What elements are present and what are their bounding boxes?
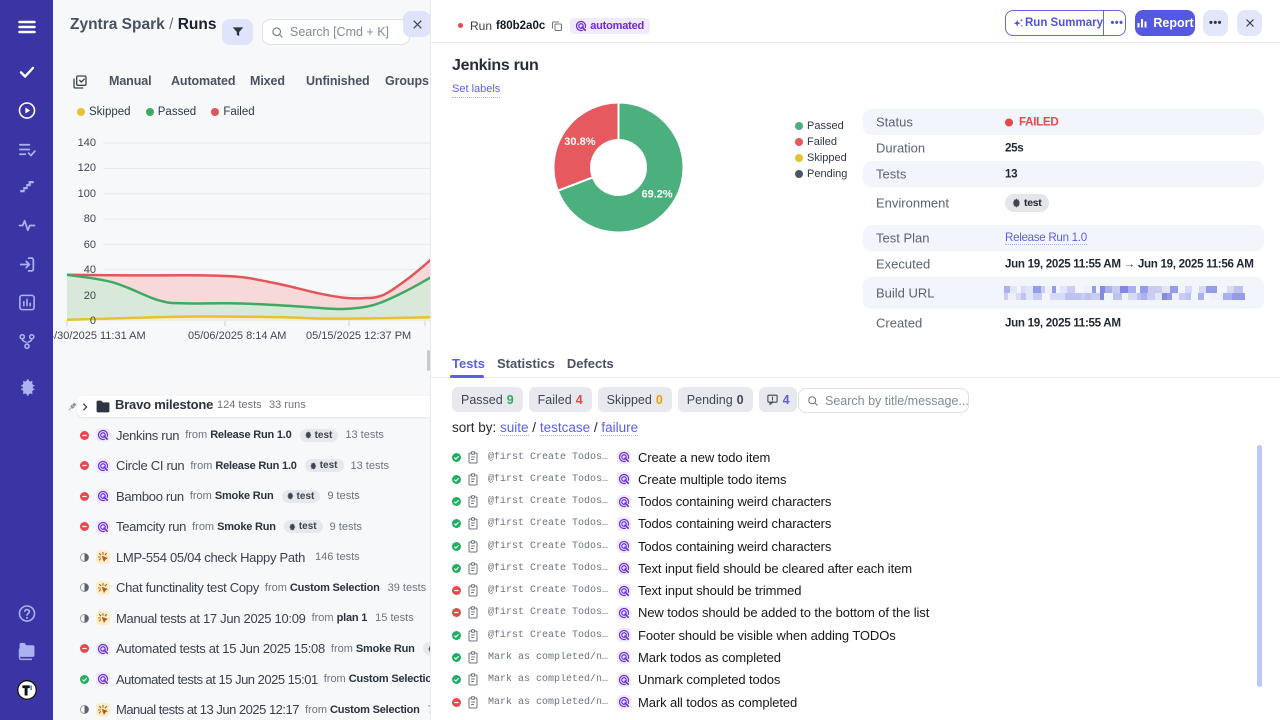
svg-text:69.2%: 69.2%	[641, 189, 672, 201]
svg-text:30.8%: 30.8%	[564, 136, 595, 148]
